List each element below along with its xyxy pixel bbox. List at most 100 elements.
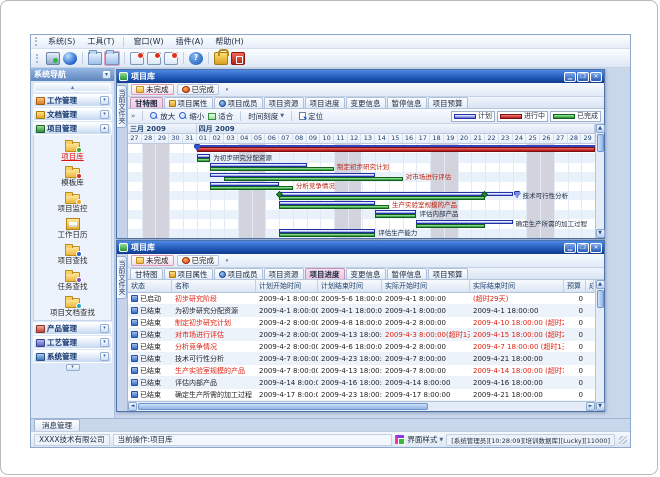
sidebar-item-3[interactable]: 工作日历 bbox=[58, 215, 88, 241]
incomplete-filter-button[interactable]: 未完成 bbox=[131, 255, 174, 266]
exit-icon[interactable] bbox=[231, 52, 245, 65]
tab-6[interactable]: 暂停信息 bbox=[387, 268, 427, 279]
tab-1[interactable]: 项目属性 bbox=[164, 97, 213, 108]
tab-4[interactable]: 项目进度 bbox=[305, 97, 345, 108]
column-header-7[interactable]: 成 bbox=[586, 280, 594, 292]
sidebar-overflow-button[interactable]: ▾ bbox=[66, 364, 80, 371]
tab-1[interactable]: 项目属性 bbox=[164, 268, 213, 279]
folder-closed-icon[interactable] bbox=[88, 52, 102, 65]
chevron-down-icon[interactable]: ▾ bbox=[100, 96, 109, 105]
help-icon[interactable] bbox=[189, 52, 203, 65]
sidebar-group-3[interactable]: 产品管理▾ bbox=[33, 322, 112, 335]
fit-button[interactable]: 适合 bbox=[208, 111, 233, 122]
tab-5[interactable]: 变更信息 bbox=[346, 268, 386, 279]
restore-icon[interactable]: ❐ bbox=[577, 243, 589, 253]
table-row-5[interactable]: 已结束技术可行性分析2009-4-7 8:00:002009-4-23 18:0… bbox=[128, 353, 595, 365]
table-horizontal-scrollbar[interactable]: ◄ ► bbox=[128, 401, 595, 411]
sidebar-item-4[interactable]: 项目查找 bbox=[58, 241, 88, 267]
close-icon[interactable]: ✕ bbox=[590, 243, 602, 253]
table-row-7[interactable]: 已结束评估内部产品2009-4-14 8:00:002009-4-16 18:0… bbox=[128, 377, 595, 389]
gantt-vertical-scrollbar[interactable]: ▲ ▼ bbox=[595, 124, 604, 238]
tab-2[interactable]: 项目成员 bbox=[214, 97, 263, 108]
window-add-icon[interactable] bbox=[130, 52, 144, 65]
sidebar-item-0[interactable]: 项目库 bbox=[61, 137, 84, 163]
sidebar-group-1[interactable]: 文档管理▾ bbox=[33, 108, 112, 121]
globe-icon[interactable] bbox=[63, 52, 77, 65]
chevron-down-icon[interactable]: ▾ bbox=[100, 338, 109, 347]
tab-5[interactable]: 变更信息 bbox=[346, 97, 386, 108]
tab-7[interactable]: 项目预算 bbox=[428, 268, 468, 279]
window-delete-icon[interactable] bbox=[164, 52, 178, 65]
current-folder-side-tab[interactable]: 当前文件夹 bbox=[117, 85, 127, 128]
column-header-3[interactable]: 计划结束时间 bbox=[318, 280, 382, 292]
scrollbar-thumb[interactable] bbox=[138, 403, 428, 410]
scrollbar-thumb[interactable] bbox=[597, 134, 604, 152]
scroll-up-icon[interactable]: ▲ bbox=[596, 280, 605, 289]
column-header-0[interactable]: 状态 bbox=[128, 280, 172, 292]
table-vertical-scrollbar[interactable]: ▲ ▼ bbox=[595, 280, 604, 411]
chevron-down-icon[interactable]: ▾ bbox=[100, 352, 109, 361]
menu-item-1[interactable]: 工具(T) bbox=[81, 36, 120, 47]
table-row-1[interactable]: 已结束为初步研究分配资源2009-4-1 8:00:002009-4-1 18:… bbox=[128, 305, 595, 317]
table-row-0[interactable]: 已启动初步研究阶段2009-4-1 8:00:002009-5-6 18:00:… bbox=[128, 293, 595, 305]
column-header-6[interactable]: 预算 bbox=[564, 280, 586, 292]
menu-item-2[interactable]: 窗口(W) bbox=[127, 36, 169, 47]
table-row-2[interactable]: 已结束制定初步研究计划2009-4-2 8:00:002009-4-8 18:0… bbox=[128, 317, 595, 329]
scroll-right-icon[interactable]: ► bbox=[586, 402, 595, 411]
table-row-8[interactable]: 已结束确定生产所需的加工过程2009-4-17 8:00:002009-4-23… bbox=[128, 389, 595, 401]
tab-3[interactable]: 项目资源 bbox=[264, 268, 304, 279]
menu-item-3[interactable]: 插件(A) bbox=[170, 36, 210, 47]
sidebar-group-4[interactable]: 工艺管理▾ bbox=[33, 336, 112, 349]
locate-button[interactable]: 定位 bbox=[299, 111, 323, 122]
sidebar-item-2[interactable]: 项目监控 bbox=[58, 189, 88, 215]
restore-icon[interactable]: ❐ bbox=[577, 72, 589, 82]
column-header-4[interactable]: 实际开始时间 bbox=[382, 280, 470, 292]
time-scale-dropdown[interactable]: 时间刻度▼ bbox=[248, 111, 284, 122]
scroll-up-icon[interactable]: ▲ bbox=[596, 124, 605, 133]
sidebar-item-1[interactable]: 模板库 bbox=[61, 163, 84, 189]
sidebar-group-5[interactable]: 系统管理▾ bbox=[33, 350, 112, 363]
tab-2[interactable]: 项目成员 bbox=[214, 268, 263, 279]
close-icon[interactable]: ✕ bbox=[590, 72, 602, 82]
tab-4[interactable]: 项目进度 bbox=[305, 268, 345, 279]
filter-more-button[interactable]: ▾ bbox=[222, 255, 232, 266]
scroll-down-icon[interactable]: ▼ bbox=[596, 402, 605, 411]
window-edit-icon[interactable] bbox=[147, 52, 161, 65]
interface-style-dropdown[interactable]: 界面样式 ▼ bbox=[407, 434, 443, 445]
sidebar-item-6[interactable]: 项目文档查找 bbox=[50, 293, 95, 319]
sidebar-pin-icon[interactable]: ▾ bbox=[102, 70, 111, 79]
menu-item-0[interactable]: 系统(S) bbox=[42, 36, 81, 47]
tab-7[interactable]: 项目预算 bbox=[428, 97, 468, 108]
incomplete-filter-button[interactable]: 未完成 bbox=[131, 84, 174, 95]
table-row-4[interactable]: 已结束分析竞争情况2009-4-2 8:00:002009-4-6 18:00:… bbox=[128, 341, 595, 353]
current-folder-side-tab[interactable]: 当前文件夹 bbox=[117, 256, 127, 299]
completed-filter-button[interactable]: 已完成 bbox=[177, 255, 220, 266]
zoom-in-button[interactable]: 放大 bbox=[150, 111, 175, 122]
chevron-up-icon[interactable]: ▴ bbox=[100, 124, 109, 133]
tab-0[interactable]: 甘特图 bbox=[130, 97, 163, 108]
zoom-out-button[interactable]: 缩小 bbox=[179, 111, 204, 122]
menu-item-4[interactable]: 帮助(H) bbox=[209, 36, 249, 47]
tab-6[interactable]: 暂停信息 bbox=[387, 97, 427, 108]
table-row-6[interactable]: 已结束生产实验室规模的产品2009-4-7 8:00:002009-4-13 1… bbox=[128, 365, 595, 377]
minimize-icon[interactable]: ▁ bbox=[564, 243, 576, 253]
scroll-down-icon[interactable]: ▼ bbox=[596, 229, 605, 238]
scrollbar-thumb[interactable] bbox=[597, 290, 604, 308]
scroll-left-icon[interactable]: ◄ bbox=[128, 402, 137, 411]
filter-more-button[interactable]: ▾ bbox=[222, 84, 232, 95]
toolbar-overflow-icon[interactable]: » bbox=[131, 112, 135, 120]
sidebar-group-2[interactable]: 项目管理▴ bbox=[33, 122, 112, 135]
column-header-2[interactable]: 计划开始时间 bbox=[256, 280, 318, 292]
gantt-chart[interactable]: 为初步研究分配资源制定初步研究计划对市场进行评估分析竞争情况技术可行性分析生产实… bbox=[128, 144, 595, 238]
folder-open-icon[interactable] bbox=[105, 52, 119, 65]
lock-icon[interactable] bbox=[214, 52, 228, 65]
column-header-1[interactable]: 名称 bbox=[172, 280, 256, 292]
column-header-5[interactable]: 实际结束时间 bbox=[470, 280, 564, 292]
minimize-icon[interactable]: ▁ bbox=[564, 72, 576, 82]
resize-grip[interactable] bbox=[619, 436, 627, 444]
sidebar-collapse-button[interactable]: ▴ bbox=[34, 83, 111, 92]
completed-filter-button[interactable]: 已完成 bbox=[177, 84, 220, 95]
tab-0[interactable]: 甘特图 bbox=[130, 268, 163, 279]
sidebar-item-5[interactable]: 任务查找 bbox=[58, 267, 88, 293]
tab-3[interactable]: 项目资源 bbox=[264, 97, 304, 108]
